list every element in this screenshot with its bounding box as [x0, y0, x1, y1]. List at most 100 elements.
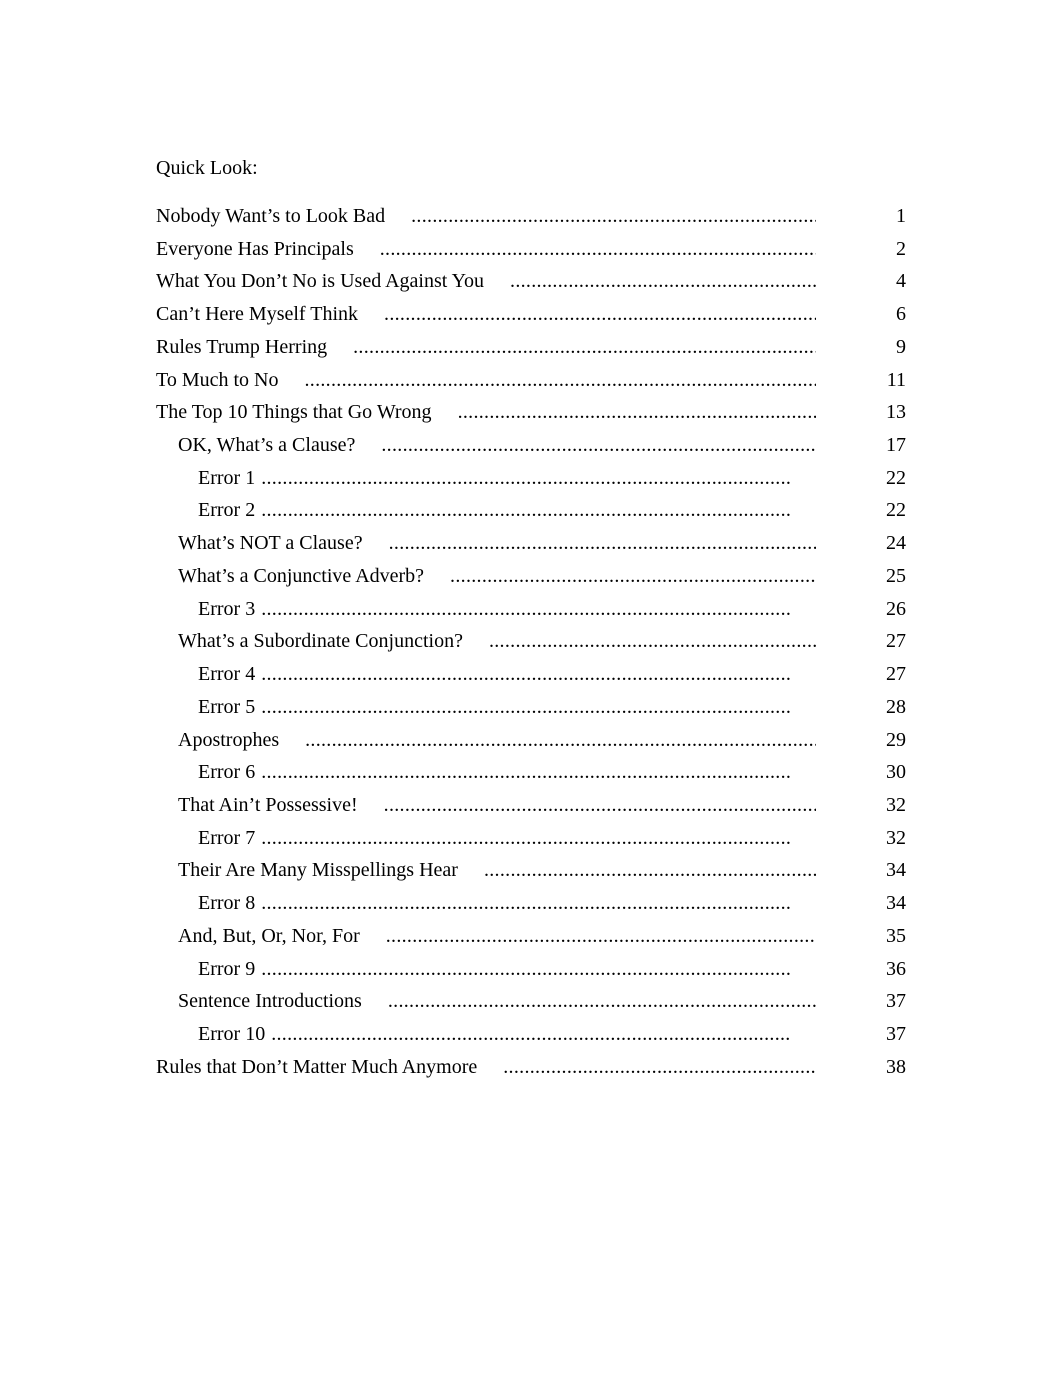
toc-entry-label: Rules that Don’t Matter Much Anymore [156, 1055, 478, 1078]
toc-entry-page: 35 [886, 924, 906, 947]
toc-entry[interactable]: What’s a Subordinate Conjunction?.......… [156, 628, 906, 661]
toc-entry-page: 34 [886, 859, 906, 882]
toc-entry-page: 34 [886, 892, 906, 915]
toc-entry[interactable]: What You Don’t No is Used Against You...… [156, 268, 906, 301]
toc-entry-label: Error 2 [198, 499, 256, 522]
page-title: Quick Look: [156, 157, 258, 179]
dot-leader: ........................................… [457, 401, 816, 424]
dot-leader: ........................................… [261, 499, 790, 522]
toc-entry[interactable]: Error 2.................................… [156, 497, 906, 530]
toc-entry-page: 11 [886, 368, 906, 391]
toc-entry[interactable]: Error 10................................… [156, 1021, 906, 1054]
toc-entry[interactable]: That Ain’t Possessive!..................… [156, 792, 906, 825]
toc-entry[interactable]: OK, What’s a Clause?....................… [156, 432, 906, 465]
dot-leader: ........................................… [483, 859, 816, 882]
toc-entry[interactable]: Error 5.................................… [156, 694, 906, 727]
table-of-contents: Nobody Want’s to Look Bad...............… [156, 203, 906, 1086]
toc-entry-page: 13 [886, 401, 906, 424]
toc-entry-page: 28 [886, 695, 906, 718]
toc-entry-page: 9 [896, 335, 906, 358]
toc-entry[interactable]: Can’t Here Myself Think.................… [156, 301, 906, 334]
dot-leader: ........................................… [261, 892, 790, 915]
toc-entry-page: 36 [886, 957, 906, 980]
dot-leader: ........................................… [384, 303, 816, 326]
dot-leader: ........................................… [381, 434, 816, 457]
toc-entry[interactable]: Everyone Has Principals.................… [156, 236, 906, 269]
toc-entry-label: Error 8 [198, 892, 256, 915]
toc-entry-page: 25 [886, 564, 906, 587]
toc-entry[interactable]: Error 7.................................… [156, 825, 906, 858]
toc-entry-label: And, But, Or, Nor, For [178, 924, 360, 947]
dot-leader: ........................................… [304, 368, 816, 391]
toc-entry[interactable]: What’s a Conjunctive Adverb?............… [156, 563, 906, 596]
toc-entry-page: 26 [886, 597, 906, 620]
toc-entry-page: 22 [886, 466, 906, 489]
dot-leader: ........................................… [261, 761, 790, 784]
toc-entry[interactable]: Apostrophes.............................… [156, 727, 906, 760]
toc-entry[interactable]: Error 6.................................… [156, 759, 906, 792]
toc-entry[interactable]: Error 9.................................… [156, 956, 906, 989]
toc-entry-page: 22 [886, 499, 906, 522]
toc-entry[interactable]: Error 1.................................… [156, 465, 906, 498]
toc-entry-label: What You Don’t No is Used Against You [156, 270, 485, 293]
toc-entry[interactable]: Sentence Introductions..................… [156, 988, 906, 1021]
toc-entry[interactable]: Their Are Many Misspellings Hear........… [156, 857, 906, 890]
toc-entry-label: Error 10 [198, 1022, 266, 1045]
toc-entry[interactable]: Rules Trump Herring.....................… [156, 334, 906, 367]
dot-leader: ........................................… [379, 237, 816, 260]
toc-entry-label: The Top 10 Things that Go Wrong [156, 401, 432, 424]
toc-entry-page: 37 [886, 1022, 906, 1045]
toc-entry-label: Error 4 [198, 663, 256, 686]
toc-entry-label: That Ain’t Possessive! [178, 793, 358, 816]
dot-leader: ........................................… [411, 205, 816, 227]
dot-leader: ........................................… [261, 663, 790, 686]
dot-leader: ........................................… [261, 695, 790, 718]
toc-entry-page: 27 [886, 630, 906, 653]
toc-entry-page: 29 [886, 728, 906, 751]
dot-leader: ........................................… [383, 793, 816, 816]
toc-entry-label: Apostrophes [178, 728, 280, 751]
toc-entry-page: 32 [886, 793, 906, 816]
dot-leader: ........................................… [271, 1022, 790, 1045]
toc-entry-label: Error 7 [198, 826, 256, 849]
toc-entry[interactable]: What’s NOT a Clause?....................… [156, 530, 906, 563]
toc-entry[interactable]: And, But, Or, Nor, For..................… [156, 923, 906, 956]
toc-entry[interactable]: The Top 10 Things that Go Wrong.........… [156, 399, 906, 432]
toc-entry-page: 38 [886, 1055, 906, 1078]
dot-leader: ........................................… [387, 990, 816, 1013]
toc-entry-label: Error 3 [198, 597, 256, 620]
toc-entry[interactable]: Error 8.................................… [156, 890, 906, 923]
toc-entry[interactable]: Nobody Want’s to Look Bad...............… [156, 203, 906, 236]
toc-entry-label: Their Are Many Misspellings Hear [178, 859, 458, 882]
dot-leader: ........................................… [261, 466, 790, 489]
toc-entry-label: Sentence Introductions [178, 990, 362, 1013]
dot-leader: ........................................… [305, 728, 816, 751]
dot-leader: ........................................… [385, 924, 816, 947]
toc-entry-page: 2 [896, 237, 906, 260]
dot-leader: ........................................… [261, 826, 790, 849]
dot-leader: ........................................… [388, 532, 816, 555]
dot-leader: ........................................… [450, 564, 816, 587]
toc-entry-label: What’s NOT a Clause? [178, 532, 363, 555]
toc-entry-page: 37 [886, 990, 906, 1013]
toc-entry[interactable]: Error 4.................................… [156, 661, 906, 694]
toc-entry-label: What’s a Conjunctive Adverb? [178, 564, 425, 587]
toc-entry-label: Error 5 [198, 695, 256, 718]
toc-entry[interactable]: To Much to No...........................… [156, 367, 906, 400]
toc-entry-page: 30 [886, 761, 906, 784]
toc-entry-label: Rules Trump Herring [156, 335, 328, 358]
toc-entry-page: 27 [886, 663, 906, 686]
toc-entry[interactable]: Error 3.................................… [156, 596, 906, 629]
toc-entry-label: Error 9 [198, 957, 256, 980]
toc-entry-label: Error 6 [198, 761, 256, 784]
toc-entry-label: Error 1 [198, 466, 256, 489]
toc-entry-page: 4 [896, 270, 906, 293]
dot-leader: ........................................… [261, 597, 790, 620]
toc-entry[interactable]: Rules that Don’t Matter Much Anymore....… [156, 1054, 906, 1087]
toc-entry-page: 32 [886, 826, 906, 849]
dot-leader: ........................................… [503, 1055, 816, 1078]
toc-entry-label: OK, What’s a Clause? [178, 434, 356, 457]
toc-entry-label: Everyone Has Principals [156, 237, 354, 260]
toc-entry-label: To Much to No [156, 368, 279, 391]
dot-leader: ........................................… [488, 630, 816, 653]
